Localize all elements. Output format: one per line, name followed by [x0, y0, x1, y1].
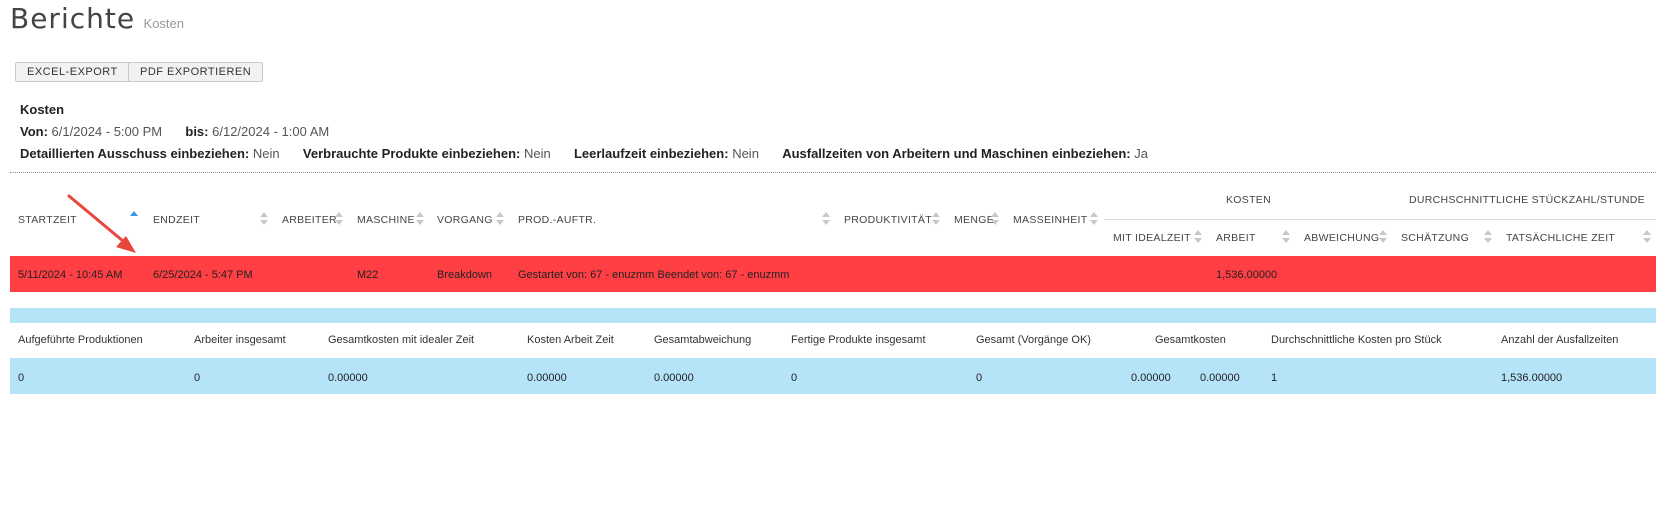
annotation-arrow-icon: [67, 194, 136, 253]
